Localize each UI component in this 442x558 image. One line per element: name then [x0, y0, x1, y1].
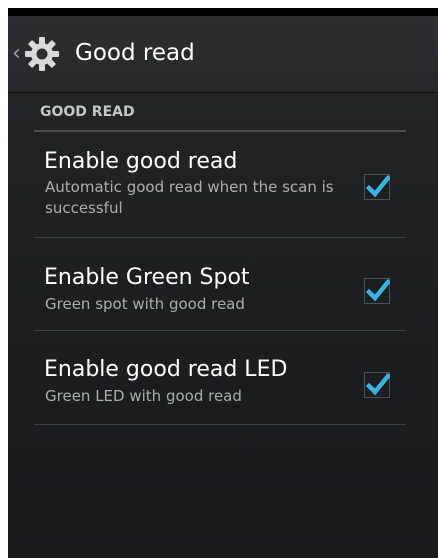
setting-title: Enable good read LED: [44, 357, 288, 382]
setting-enable-good-read-led[interactable]: Enable good read LED Green LED with good…: [8, 331, 438, 425]
checkbox-enable-good-read[interactable]: [364, 174, 390, 200]
checkmark-icon: [366, 278, 390, 302]
setting-subtitle: Green LED with good read: [45, 387, 242, 405]
chevron-left-icon: ‹: [12, 41, 21, 66]
setting-enable-green-spot[interactable]: Enable Green Spot Green spot with good r…: [8, 238, 438, 330]
setting-title: Enable Green Spot: [44, 265, 250, 290]
setting-enable-good-read[interactable]: Enable good read Automatic good read whe…: [8, 132, 438, 238]
checkbox-enable-green-spot[interactable]: [364, 278, 390, 304]
gear-icon[interactable]: [22, 34, 62, 74]
settings-screen: ‹ Good read GOOD READ Enable good read A…: [8, 8, 438, 558]
checkmark-icon: [366, 372, 390, 396]
status-bar: [8, 8, 438, 16]
setting-subtitle: Green spot with good read: [45, 295, 245, 313]
setting-title: Enable good read: [44, 149, 238, 174]
section-header: GOOD READ: [40, 104, 135, 120]
action-bar: ‹ Good read: [8, 16, 438, 93]
checkbox-enable-good-read-led[interactable]: [364, 372, 390, 398]
checkmark-icon: [366, 174, 390, 198]
item-divider: [34, 424, 406, 425]
page-title: Good read: [75, 40, 195, 66]
setting-subtitle: Automatic good read when the scan is suc…: [45, 178, 334, 217]
